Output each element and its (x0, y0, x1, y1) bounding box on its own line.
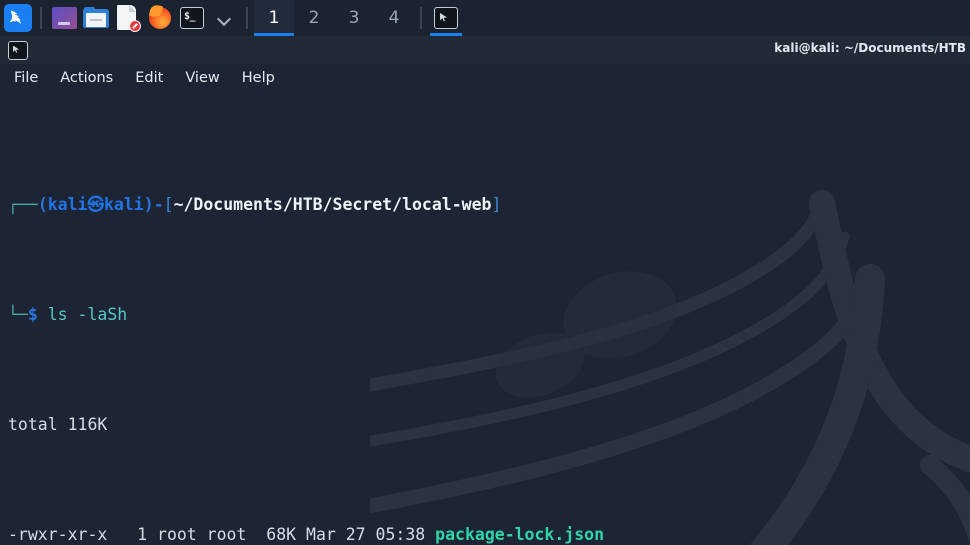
prompt-user: kali (47, 195, 88, 214)
prompt-close-paren: ) (143, 195, 154, 214)
file-listing-row: -rwxr-xr-x 1 root root 68K Mar 27 05:38 … (8, 524, 970, 545)
taskbar-window-button-terminal[interactable] (428, 0, 464, 36)
menu-item-help[interactable]: Help (242, 70, 275, 86)
prompt-path: ~/Documents/HTB/Secret/local-web (173, 195, 492, 214)
window-title: kali@kali: ~/Documents/HTB (774, 41, 966, 55)
titlebar-terminal-icon (8, 40, 28, 60)
kali-dragon-icon (4, 4, 32, 32)
prompt-box-top: ┌── (8, 195, 38, 214)
file-row-metadata: -rwxr-xr-x 1 root root 68K Mar 27 05:38 (8, 525, 436, 544)
command-line: └─$ ls -laSh (8, 304, 970, 326)
prompt-close-bracket: ] (491, 195, 502, 214)
total-text: total 116K (8, 415, 108, 434)
app-text-editor[interactable] (112, 2, 144, 34)
app-firefox[interactable] (144, 2, 176, 34)
terminal-window-icon (434, 7, 458, 29)
taskbar-dropdown-button[interactable] (208, 2, 240, 34)
workspace-button-4[interactable]: 4 (374, 0, 414, 36)
command-text (38, 305, 48, 324)
prompt-line-top: ┌──(kali㉿kali)-[~/Documents/HTB/Secret/l… (8, 194, 970, 216)
app-terminal[interactable]: $_ (176, 2, 208, 34)
folder-icon (83, 7, 109, 29)
menu-item-view[interactable]: View (185, 70, 219, 86)
chevron-down-icon (217, 11, 231, 25)
app-launcher-terminal-emulator[interactable] (48, 2, 80, 34)
file-row-name: package-lock.json (435, 525, 605, 544)
prompt-box-bottom: └─ (8, 305, 28, 324)
menubar: File Actions Edit View Help (0, 64, 970, 92)
terminal-icon: $_ (180, 7, 204, 29)
document-blocked-icon (117, 5, 141, 32)
prompt-host: kali (104, 195, 144, 214)
menu-item-file[interactable]: File (14, 70, 38, 86)
taskbar-separator-2 (246, 7, 248, 29)
prompt-dash: - (153, 195, 164, 214)
taskbar-separator-3 (420, 7, 422, 29)
command-value: ls -laSh (47, 305, 128, 324)
prompt-dollar: $ (27, 305, 38, 324)
menu-item-edit[interactable]: Edit (135, 70, 163, 86)
file-listing: -rwxr-xr-x 1 root root 68K Mar 27 05:38 … (8, 524, 970, 545)
taskbar: $_ 1 2 3 4 (0, 0, 970, 36)
taskbar-separator-1 (40, 7, 42, 29)
total-line: total 116K (8, 414, 970, 436)
window-titlebar[interactable]: kali@kali: ~/Documents/HTB (0, 36, 970, 64)
terminal-window: kali@kali: ~/Documents/HTB File Actions … (0, 36, 970, 545)
prompt-open-paren: ( (37, 195, 48, 214)
workspace-button-1[interactable]: 1 (254, 0, 294, 36)
prompt-at-icon: ㉿ (87, 195, 105, 214)
kali-menu-button[interactable] (2, 2, 34, 34)
firefox-icon (148, 3, 172, 30)
workspace-button-2[interactable]: 2 (294, 0, 334, 36)
prompt-open-bracket: [ (163, 195, 174, 214)
terminal-lines: ┌──(kali㉿kali)-[~/Documents/HTB/Secret/l… (8, 106, 970, 545)
purple-app-icon (51, 7, 77, 29)
workspace-button-3[interactable]: 3 (334, 0, 374, 36)
terminal-output-area[interactable]: ┌──(kali㉿kali)-[~/Documents/HTB/Secret/l… (0, 92, 970, 545)
menu-item-actions[interactable]: Actions (60, 70, 113, 86)
app-file-manager[interactable] (80, 2, 112, 34)
